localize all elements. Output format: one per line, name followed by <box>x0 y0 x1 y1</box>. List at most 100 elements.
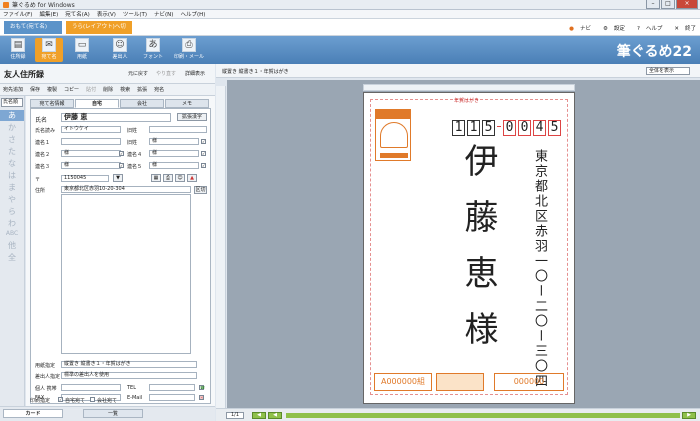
kana-tab-ya[interactable]: や <box>0 194 24 205</box>
sama-select-r[interactable]: 様 <box>149 138 199 145</box>
tab-ura-switch[interactable]: うら(レイアウト)へ切替 <box>66 21 132 43</box>
first-page-button[interactable]: ◀ <box>252 412 266 419</box>
atena-button[interactable]: ✉ 宛て名 <box>35 38 63 62</box>
kana-tab-sa[interactable]: さ <box>0 134 24 145</box>
maximize-button[interactable]: □ <box>661 0 675 9</box>
postcard-preview[interactable]: 年賀はがき 1 1 5 0 0 4 5 東京都北区赤羽一〇ー二〇ー三〇四 伊藤恵… <box>363 92 575 404</box>
detail-view-button[interactable]: 詳細表示 <box>185 70 205 77</box>
mobile-field[interactable] <box>61 384 121 391</box>
kana-tab-ra[interactable]: ら <box>0 206 24 217</box>
kana-tab-all[interactable]: 全 <box>0 252 24 263</box>
prev-page-button[interactable]: ◀ <box>268 412 282 419</box>
lotto-picture <box>436 373 484 391</box>
kana-tab-na[interactable]: な <box>0 158 24 169</box>
next-page-button[interactable]: ▶ <box>682 412 696 419</box>
print-company-check[interactable] <box>90 397 95 402</box>
settings-link[interactable]: ⚙ 設定 <box>597 24 625 32</box>
menu-tools[interactable]: ツール(T) <box>123 10 147 18</box>
person-small-icon[interactable]: ☺ <box>175 174 185 182</box>
print-home-check[interactable]: ✓ <box>58 397 63 402</box>
tab-list[interactable]: 一覧 <box>83 409 143 418</box>
postmark-label: 年賀はがき <box>454 98 480 104</box>
zoom-select[interactable]: 全体を表示 <box>646 67 690 75</box>
menu-edit[interactable]: 編集(E) <box>39 10 58 18</box>
paste-button[interactable]: 貼付 <box>86 86 96 93</box>
tab-company[interactable]: 会社 <box>120 99 164 108</box>
redo-button[interactable]: やり直す <box>156 70 176 77</box>
sender-select[interactable]: 標準の差出人を使用 <box>61 372 197 379</box>
tab-home[interactable]: 自宅 <box>75 99 119 108</box>
help-link[interactable]: ? ヘルプ <box>631 24 662 32</box>
sama-select-2[interactable]: 様 <box>61 150 121 157</box>
tab-atena-info[interactable]: 宛て名情報 <box>30 99 74 108</box>
addressbook-button[interactable]: ▤ 住所録 <box>4 38 32 62</box>
sama-select-5[interactable]: 様 <box>149 162 199 169</box>
rensei-check-2[interactable]: ✓ <box>119 151 124 156</box>
menu-address[interactable]: 宛て名(A) <box>65 10 90 18</box>
paper-button[interactable]: ▭ 用紙 <box>68 38 96 62</box>
yomi-field[interactable]: イトウケイ <box>61 126 121 133</box>
recipient-name: 伊藤恵様 <box>458 143 498 367</box>
kanji-button[interactable]: 拡張漢字 <box>177 113 207 121</box>
tab-memo[interactable]: メモ <box>165 99 209 108</box>
close-button[interactable]: × <box>676 0 698 9</box>
window-title: 筆ぐるめ for Windows <box>12 2 75 9</box>
search-button[interactable]: 検索 <box>120 86 130 93</box>
exit-link[interactable]: ✕ 終了 <box>668 24 696 32</box>
preview-header: 縦置き 縦書き１・年賀はがき 全体を表示 <box>216 64 700 78</box>
address-split-button[interactable]: 区切 <box>194 186 207 194</box>
page-slider[interactable] <box>286 413 680 418</box>
phone-icon[interactable]: ☎ <box>199 385 205 390</box>
preview-layout-label: 縦置き 縦書き１・年賀はがき <box>222 69 289 75</box>
add-record-button[interactable]: 宛先追加 <box>3 86 23 93</box>
font-button[interactable]: あフォント <box>139 38 167 62</box>
kana-tab-ta[interactable]: た <box>0 146 24 157</box>
rensei-check-5[interactable]: ✓ <box>201 163 206 168</box>
print-mail-button[interactable]: ⎙ 印刷・メール <box>172 38 206 62</box>
address-field[interactable]: 東京都北区赤羽10-20-304 <box>61 186 191 193</box>
car-icon[interactable]: ▲ <box>187 174 197 182</box>
rensei-check-3[interactable]: ✓ <box>119 163 124 168</box>
delete-button[interactable]: 削除 <box>103 86 113 93</box>
tel-field[interactable] <box>149 384 195 391</box>
sama-select-3[interactable]: 様 <box>61 162 121 169</box>
tab-card[interactable]: カード <box>3 409 63 418</box>
name-field[interactable]: 伊藤 恵 <box>61 113 171 122</box>
zip-digit-4: 0 <box>503 120 516 136</box>
zip-field[interactable]: 1150045 <box>61 175 109 182</box>
menu-view[interactable]: 表示(V) <box>97 10 116 18</box>
copy-button[interactable]: コピー <box>64 86 79 93</box>
extend-button[interactable]: 拡張 <box>137 86 147 93</box>
minimize-button[interactable]: – <box>646 0 660 9</box>
sama-select-4[interactable]: 様 <box>149 150 199 157</box>
save-button[interactable]: 保存 <box>30 86 40 93</box>
address-area[interactable] <box>61 194 191 354</box>
old-name-field[interactable] <box>149 126 207 133</box>
rensei-check-4[interactable]: ✓ <box>201 151 206 156</box>
main-toolbar: ▤ 住所録 ✉ 宛て名 ▭ 用紙 ☺ 差出人 あフォント ⎙ 印刷・メール 筆ぐるめ22 <box>0 36 700 64</box>
sender-button[interactable]: ☺ 差出人 <box>106 38 134 62</box>
rensei-check-r1[interactable]: ✓ <box>201 139 206 144</box>
kana-tab-wa[interactable]: わ <box>0 218 24 229</box>
kana-tab-ha[interactable]: は <box>0 170 24 181</box>
tab-omote[interactable]: おもて(宛て名) <box>4 21 62 34</box>
printer-small-icon[interactable]: ⎙ <box>163 174 173 182</box>
rensei1-field[interactable] <box>61 138 121 145</box>
kana-tab-other[interactable]: 他 <box>0 240 24 251</box>
sort-select[interactable]: 氏名順 <box>1 98 23 107</box>
menu-help[interactable]: ヘルプ(H) <box>180 10 205 18</box>
kana-tab-ma[interactable]: ま <box>0 182 24 193</box>
duplicate-button[interactable]: 複製 <box>47 86 57 93</box>
addressbook-header: 友人住所録 元に戻す やり直す 詳細表示 <box>0 64 215 84</box>
kana-tab-a[interactable]: あ <box>0 110 24 121</box>
zip-lookup-button[interactable]: ▼ <box>113 174 123 182</box>
undo-button[interactable]: 元に戻す <box>128 70 148 77</box>
navi-link[interactable]: ● ナビ <box>563 24 591 32</box>
paper-select[interactable]: 縦置き 縦書き１・年賀はがき <box>61 361 197 368</box>
map-icon[interactable]: ▦ <box>151 174 161 182</box>
kana-tab-ka[interactable]: か <box>0 122 24 133</box>
atena-name-button[interactable]: 宛名 <box>154 86 164 93</box>
menu-file[interactable]: ファイル(F) <box>3 10 32 18</box>
kana-tab-abc[interactable]: ABC <box>0 230 24 237</box>
menu-navi[interactable]: ナビ(N) <box>154 10 173 18</box>
